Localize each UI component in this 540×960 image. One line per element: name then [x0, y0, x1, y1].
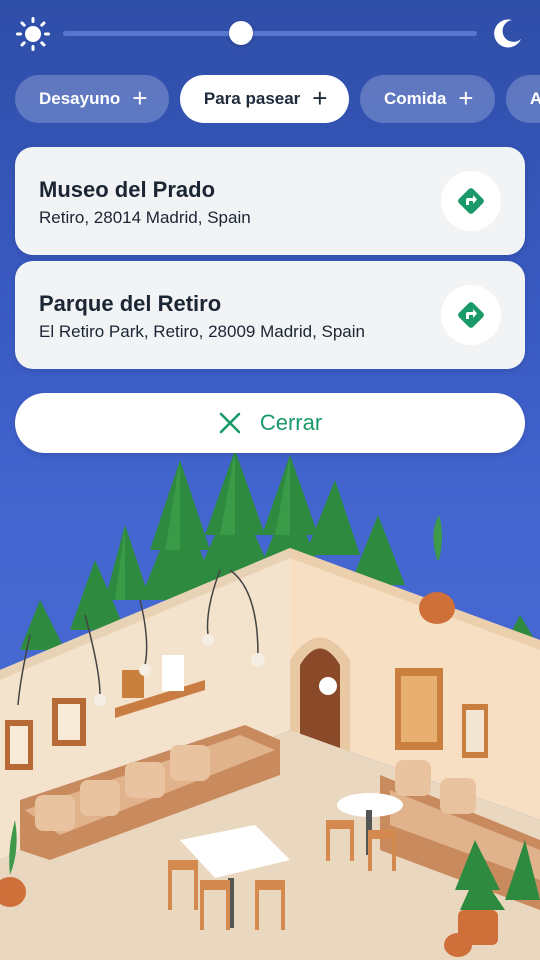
category-chips: Desayuno + Para pasear + Comida + Ape	[15, 75, 540, 123]
sun-icon[interactable]	[16, 17, 50, 51]
place-card[interactable]: Parque del Retiro El Retiro Park, Retiro…	[15, 261, 525, 369]
chip-label: Desayuno	[39, 89, 121, 108]
close-icon	[219, 412, 241, 434]
theme-bar	[0, 0, 540, 70]
directions-button[interactable]	[441, 285, 501, 345]
place-name: Parque del Retiro	[39, 291, 222, 316]
plus-icon: +	[132, 83, 148, 113]
place-name: Museo del Prado	[39, 177, 216, 202]
directions-icon	[458, 302, 484, 328]
place-address: Retiro, 28014 Madrid, Spain	[39, 208, 251, 227]
chip-desayuno[interactable]: Desayuno +	[15, 75, 170, 123]
cafe-illustration	[0, 450, 540, 960]
close-button[interactable]: Cerrar	[15, 393, 525, 453]
place-address: El Retiro Park, Retiro, 28009 Madrid, Sp…	[39, 322, 365, 341]
chip-label: Ape	[529, 89, 540, 108]
plus-icon: +	[458, 83, 474, 113]
plus-icon: +	[312, 83, 328, 113]
chip-label: Para pasear	[203, 89, 301, 108]
chip-para-pasear[interactable]: Para pasear +	[179, 75, 350, 123]
chip-ape[interactable]: Ape	[505, 75, 540, 123]
moon-icon[interactable]	[490, 17, 524, 51]
directions-button[interactable]	[441, 171, 501, 231]
slider-thumb[interactable]	[229, 21, 254, 45]
chip-comida[interactable]: Comida +	[359, 75, 496, 123]
directions-icon	[458, 188, 484, 214]
chip-label: Comida	[383, 89, 447, 108]
place-card[interactable]: Museo del Prado Retiro, 28014 Madrid, Sp…	[15, 147, 525, 255]
close-label: Cerrar	[259, 410, 323, 435]
brightness-slider[interactable]	[63, 31, 477, 36]
